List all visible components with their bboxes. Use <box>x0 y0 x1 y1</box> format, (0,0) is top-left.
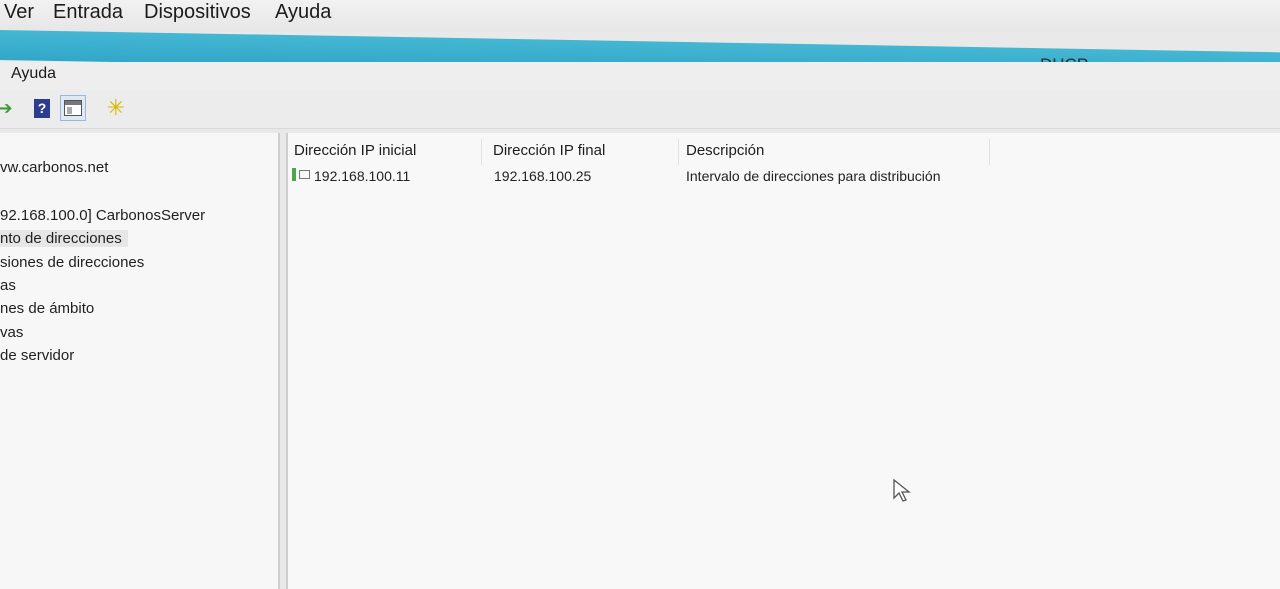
help-button[interactable]: ? <box>29 95 55 121</box>
address-range-icon <box>292 168 312 182</box>
menu-ayuda[interactable]: Ayuda <box>11 65 56 83</box>
tree-item-address-leases[interactable]: siones de direcciones <box>0 254 144 271</box>
vm-menu-dispositivos[interactable]: Dispositivos <box>144 1 251 24</box>
column-header-description[interactable]: Descripción <box>680 139 990 165</box>
new-item-button[interactable]: ✳ <box>103 95 129 121</box>
tree-item-scope-options[interactable]: nes de ámbito <box>0 300 94 317</box>
results-list: Dirección IP inicial Dirección IP final … <box>286 133 1280 589</box>
cell-start-ip: 192.168.100.11 <box>292 165 410 187</box>
tree-item-server-options[interactable]: de servidor <box>0 347 74 364</box>
toolbar: ➔ ? ✳ ‹ <box>0 90 1280 211</box>
cell-end-ip: 192.168.100.25 <box>494 168 592 184</box>
column-header-end-ip[interactable]: Dirección IP final <box>487 139 679 165</box>
tree-item-policies[interactable]: vas <box>0 324 23 341</box>
mouse-pointer-icon <box>893 478 911 502</box>
back-arrow-icon: ➔ <box>0 97 13 118</box>
tree-item-scope[interactable]: 92.168.100.0] CarbonosServer <box>0 207 205 224</box>
tree-item-reservations[interactable]: as <box>0 277 16 294</box>
vm-menu-bar: Ver Entrada Dispositivos Ayuda <box>0 0 1280 32</box>
tree-item-address-pool[interactable]: nto de direcciones <box>0 230 128 247</box>
cell-description: Intervalo de direcciones para distribuci… <box>686 168 941 184</box>
show-hide-pane-button[interactable] <box>60 95 86 121</box>
vm-menu-ver[interactable]: Ver <box>4 1 34 24</box>
new-item-star-icon: ✳ <box>106 95 126 120</box>
tree-item-server[interactable]: vw.carbonos.net <box>0 159 108 176</box>
console-tree: vw.carbonos.net 92.168.100.0] CarbonosSe… <box>0 133 280 589</box>
help-icon: ? <box>34 98 50 118</box>
column-header-start-ip[interactable]: Dirección IP inicial <box>288 139 482 165</box>
vm-menu-entrada[interactable]: Entrada <box>53 1 123 24</box>
show-hide-pane-icon <box>64 100 82 116</box>
app-menu-bar: Ayuda <box>0 62 1280 91</box>
table-row[interactable]: 192.168.100.11 192.168.100.25 Intervalo … <box>288 165 1280 189</box>
vm-menu-ayuda[interactable]: Ayuda <box>275 1 331 24</box>
cell-start-ip-text: 192.168.100.11 <box>314 168 411 184</box>
back-button[interactable]: ➔ <box>0 95 18 121</box>
